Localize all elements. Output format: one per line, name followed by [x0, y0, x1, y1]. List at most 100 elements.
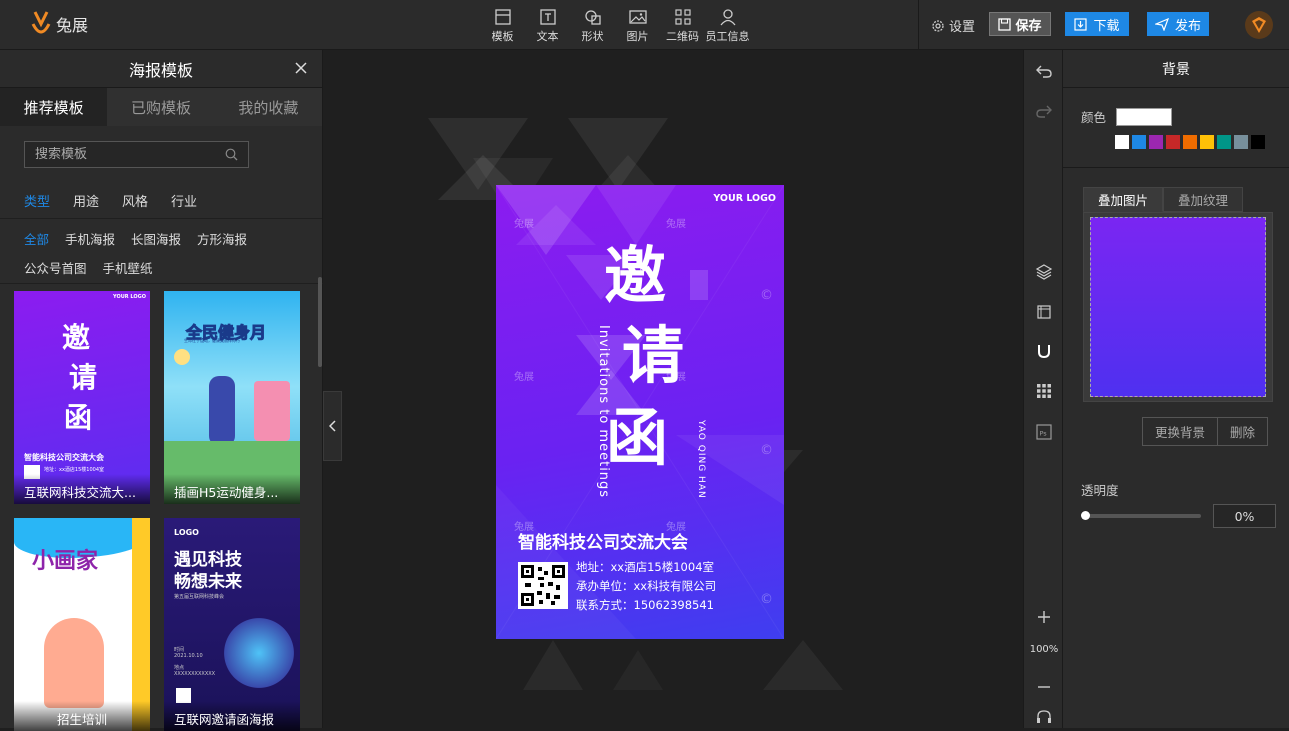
app-name: 兔展 [56, 16, 89, 35]
poster-qrcode[interactable] [518, 562, 568, 609]
swatch-blue[interactable] [1132, 135, 1146, 149]
poster-char-yao[interactable]: 邀 [604, 245, 666, 307]
redo-icon[interactable] [1035, 102, 1053, 120]
gear-icon [932, 19, 944, 32]
swatch-teal[interactable] [1217, 135, 1231, 149]
template-card[interactable]: YOUR LOGO 邀 请 函 智能科技公司交流大会 地址：xx酒店15楼100… [14, 291, 150, 504]
undo-icon[interactable] [1035, 62, 1053, 80]
qrcode-icon [521, 565, 565, 606]
crop-frame-icon[interactable] [1035, 303, 1053, 321]
settings-button[interactable]: 设置 [931, 16, 975, 35]
template-card[interactable]: 全民健身月 生命在于运动，健康美丽伴你行 插画H5运动健身... [164, 291, 300, 504]
tool-staff-info[interactable]: 员工信息 [706, 8, 750, 44]
filter-wallpaper[interactable]: 手机壁纸 [103, 258, 153, 277]
collapse-panel-button[interactable] [323, 391, 342, 461]
text-icon [539, 9, 556, 25]
poster-info-block[interactable]: 地址：xx酒店15楼1004室 承办单位：xx科技有限公司 联系方式：15062… [576, 558, 716, 615]
tab-recommended[interactable]: 推荐模板 [0, 88, 108, 126]
replace-background-button[interactable]: 更换背景 [1143, 418, 1217, 445]
category-industry[interactable]: 行业 [171, 191, 197, 210]
tool-text[interactable]: 文本 [529, 8, 566, 44]
delete-background-button[interactable]: 删除 [1217, 418, 1267, 445]
watermark-text: 兔展 [514, 219, 534, 230]
zoom-in-icon[interactable] [1035, 608, 1053, 626]
tool-label: 形状 [581, 30, 604, 43]
tab-purchased[interactable]: 已购模板 [107, 88, 214, 126]
search-icon[interactable] [225, 148, 238, 161]
tool-label: 图片 [626, 30, 649, 43]
template-card[interactable]: LOGO 遇见科技 畅想未来 第五届互联网科技峰会 时间 2021.10.10 … [164, 518, 300, 731]
swatch-gray[interactable] [1234, 135, 1248, 149]
editor-canvas: YOUR LOGO 邀 请 函 Invitations to meetings … [323, 50, 1023, 728]
card-illustration [224, 618, 294, 688]
filter-all[interactable]: 全部 [24, 229, 49, 248]
filter-mobile-poster[interactable]: 手机海报 [65, 229, 115, 248]
user-avatar[interactable] [1245, 11, 1273, 39]
watermark-text: 兔展 [666, 372, 686, 383]
send-icon [1154, 17, 1169, 31]
swatch-black[interactable] [1251, 135, 1265, 149]
magnet-icon[interactable] [1035, 342, 1053, 360]
tool-template[interactable]: 模板 [484, 8, 521, 44]
swatch-purple[interactable] [1149, 135, 1163, 149]
layers-icon[interactable] [1035, 263, 1053, 281]
search-input[interactable] [35, 147, 205, 162]
template-tabs: 推荐模板 已购模板 我的收藏 [0, 88, 322, 126]
overlay-image[interactable] [1090, 217, 1266, 397]
opacity-value-input[interactable]: 0% [1213, 504, 1276, 528]
settings-label: 设置 [949, 20, 976, 35]
filter-wechat-cover[interactable]: 公众号首图 [24, 258, 87, 277]
watermark-text: 兔展 [514, 372, 534, 383]
category-type[interactable]: 类型 [24, 191, 50, 210]
poster-english-title[interactable]: Invitations to meetings [596, 325, 611, 498]
card-subtitle: 生命在于运动，健康美丽伴你行 [184, 338, 240, 343]
swatch-orange[interactable] [1183, 135, 1197, 149]
poster-logo-text[interactable]: YOUR LOGO [713, 193, 776, 204]
poster-pinyin[interactable]: YAO QING HAN [696, 420, 706, 499]
headset-icon[interactable] [1035, 708, 1053, 726]
opacity-slider-handle[interactable] [1081, 511, 1090, 520]
user-icon [719, 9, 736, 26]
color-picker[interactable] [1116, 107, 1173, 126]
template-icon [494, 9, 511, 25]
save-label: 保存 [1015, 18, 1042, 34]
category-usage[interactable]: 用途 [73, 191, 99, 210]
app-logo[interactable]: 兔展 [30, 10, 88, 38]
tool-qrcode[interactable]: 二维码 [664, 8, 701, 44]
zoom-level: 100% [1029, 644, 1059, 655]
photoshop-import-icon[interactable]: Ps [1035, 423, 1053, 441]
avatar-badge-icon [1252, 17, 1266, 33]
tool-image[interactable]: 图片 [619, 8, 656, 44]
opacity-slider[interactable] [1081, 511, 1201, 520]
card-char: 请 [69, 361, 98, 394]
panel-scrollbar[interactable] [318, 277, 322, 367]
grid-icon[interactable] [1035, 382, 1053, 400]
tab-overlay-image[interactable]: 叠加图片 [1083, 187, 1163, 212]
publish-button[interactable]: 发布 [1147, 12, 1209, 36]
card-conf-text: 智能科技公司交流大会 [24, 453, 104, 462]
close-icon[interactable] [294, 61, 308, 75]
poster-char-han[interactable]: 函 [606, 407, 668, 469]
poster-conference-title[interactable]: 智能科技公司交流大会 [518, 528, 688, 553]
template-card[interactable]: 小画家 招生培训 [14, 518, 150, 731]
category-style[interactable]: 风格 [122, 191, 148, 210]
tool-shape[interactable]: 形状 [574, 8, 611, 44]
download-button[interactable]: 下载 [1065, 12, 1129, 36]
card-sun [174, 349, 190, 365]
tab-favorites[interactable]: 我的收藏 [215, 88, 322, 126]
filter-square-poster[interactable]: 方形海报 [197, 229, 247, 248]
save-button[interactable]: 保存 [989, 12, 1051, 36]
zoom-out-icon[interactable] [1035, 678, 1053, 696]
card-figure [209, 376, 235, 446]
card-illustration [44, 618, 104, 708]
poster-organizer: 承办单位：xx科技有限公司 [576, 579, 717, 593]
swatch-white[interactable] [1115, 135, 1129, 149]
filter-long-poster[interactable]: 长图海报 [131, 229, 181, 248]
swatch-red[interactable] [1166, 135, 1180, 149]
color-swatches [1115, 135, 1265, 149]
poster-canvas[interactable]: YOUR LOGO 邀 请 函 Invitations to meetings … [496, 185, 784, 639]
swatch-yellow[interactable] [1200, 135, 1214, 149]
card-place-value: XXXXXXXXXXXX [174, 671, 216, 677]
tab-overlay-texture[interactable]: 叠加纹理 [1163, 187, 1243, 212]
copyright-mark: © [760, 592, 773, 607]
